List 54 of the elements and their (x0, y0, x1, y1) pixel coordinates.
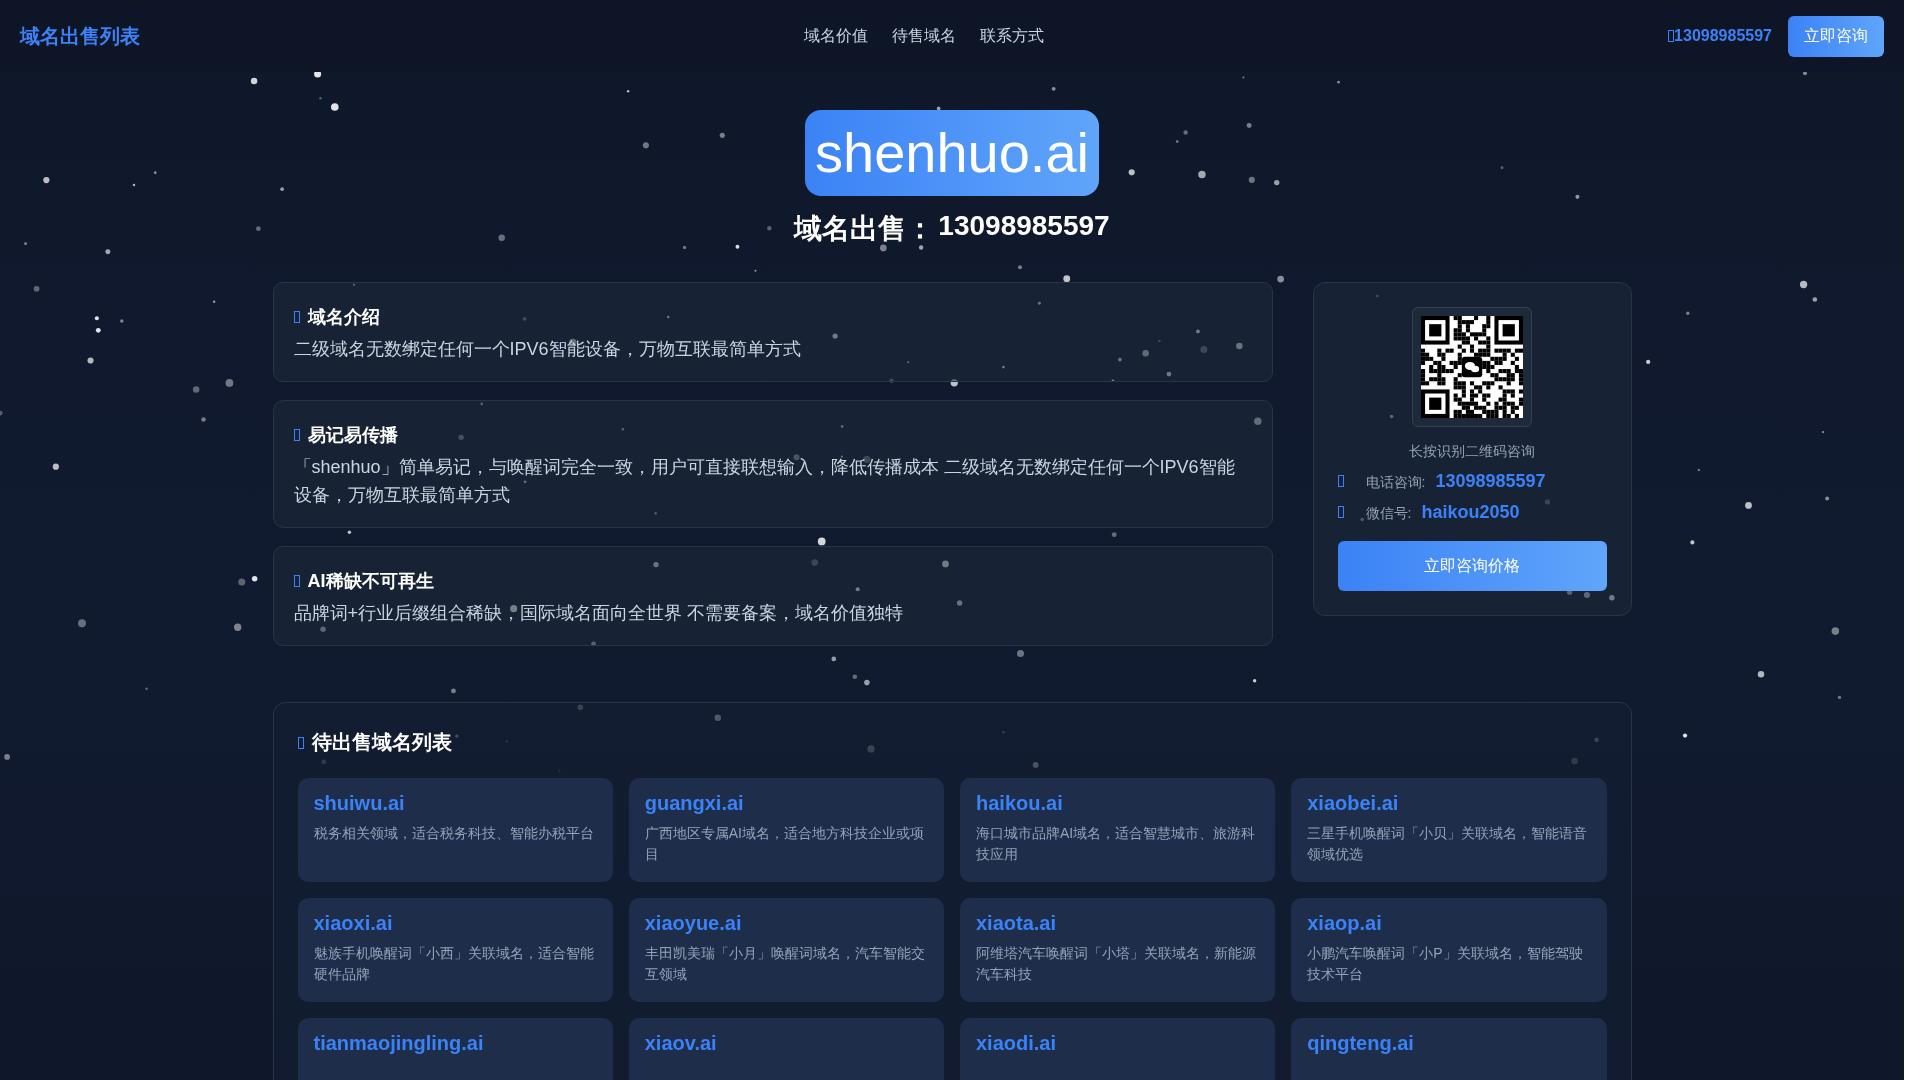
domain-description: 小鹏汽车唤醒词「小P」关联域名，智能驾驶技术平台 (1307, 944, 1584, 984)
domain-card[interactable]: xiaov.ai (628, 1018, 944, 1080)
domain-name: xiaop.ai (1307, 912, 1383, 935)
domain-name: xiaobei.ai (1307, 792, 1400, 815)
feature-title: 域名介绍 (307, 306, 380, 329)
domain-card[interactable]: qingteng.ai (1291, 1018, 1607, 1080)
domain-name: tianmaojingling.ai (313, 1032, 485, 1055)
feature-title: AI稀缺不可再生 (307, 570, 434, 593)
domain-description: 阿维塔汽车唤醒词「小塔」关联域名，新能源汽车科技 (976, 944, 1257, 984)
domain-badge: shenhuo.ai (805, 110, 1099, 196)
domain-card[interactable]: xiaoxi.ai 魅族手机唤醒词「小西」关联域名，适合智能硬件品牌 (297, 898, 613, 1002)
domain-description: 海口城市品牌AI域名，适合智慧城市、旅游科技应用 (976, 824, 1257, 864)
price-inquiry-button[interactable]: 立即咨询价格 (1337, 541, 1607, 591)
domain-name: qingteng.ai (1307, 1032, 1415, 1055)
domain-name: xiaoxi.ai (313, 912, 394, 935)
consult-button[interactable]: 立即咨询 (1788, 15, 1884, 57)
wechat-id: haikou2050 (1421, 502, 1520, 523)
domain-description: 广西地区专属AI域名，适合地方科技企业或项目 (644, 824, 925, 864)
header-phone[interactable]: 13098985597 (1674, 27, 1772, 45)
feature-title: 易记易传播 (307, 424, 398, 447)
domain-name: haikou.ai (976, 792, 1064, 815)
wechat-label: 微信号: (1365, 505, 1412, 523)
domain-card[interactable]: xiaobei.ai 三星手机唤醒词「小贝」关联域名，智能语音领域优选 (1291, 778, 1607, 882)
domain-card[interactable]: tianmaojingling.ai (297, 1018, 613, 1080)
domain-name: xiaoyue.ai (644, 912, 743, 935)
domain-name: shuiwu.ai (313, 792, 406, 815)
domain-card[interactable]: shuiwu.ai 税务相关领域，适合税务科技、智能办税平台 (297, 778, 613, 882)
domain-description: 三星手机唤醒词「小贝」关联域名，智能语音领域优选 (1307, 824, 1589, 864)
domain-card[interactable]: xiaoyue.ai 丰田凯美瑞「小月」唤醒词域名，汽车智能交互领域 (628, 898, 944, 1002)
nav-link[interactable]: 待售域名 (892, 25, 957, 47)
domain-description: 丰田凯美瑞「小月」唤醒词域名，汽车智能交互领域 (644, 944, 926, 984)
nav-link[interactable]: 域名价值 (804, 25, 869, 47)
domain-description: 税务相关领域，适合税务科技、智能办税平台 (313, 824, 595, 843)
domain-card[interactable]: xiaota.ai 阿维塔汽车唤醒词「小塔」关联域名，新能源汽车科技 (960, 898, 1276, 1002)
domain-card[interactable]: xiaop.ai 小鹏汽车唤醒词「小P」关联域名，智能驾驶技术平台 (1291, 898, 1607, 1002)
domain-name: xiaodi.ai (976, 1032, 1058, 1055)
feature-text: 二级域名无数绑定任何一个IPV6智能设备，万物互联最简单方式 (293, 338, 802, 361)
domain-name: xiaota.ai (976, 912, 1058, 935)
sale-label: 域名出售： (794, 212, 935, 246)
domain-name: xiaov.ai (644, 1032, 718, 1055)
feature-text: 「shenhuo」简单易记，与唤醒词完全一致，用户可直接联想输入，降低传播成本 二级域名无数绑定任何一个IPV6智能设备，万物互联最简单方式 (293, 456, 1236, 507)
domain-card[interactable]: xiaodi.ai (960, 1018, 1276, 1080)
phone-label: 电话咨询: (1365, 474, 1426, 492)
domain-card[interactable]: haikou.ai 海口城市品牌AI域名，适合智慧城市、旅游科技应用 (960, 778, 1276, 882)
contact-phone[interactable]: 13098985597 (1435, 471, 1546, 492)
domain-description: 魅族手机唤醒词「小西」关联域名，适合智能硬件品牌 (313, 944, 595, 984)
sale-phone: 13098985597 (938, 210, 1110, 243)
site-logo[interactable]: 域名出售列表 (20, 22, 140, 50)
list-title: 待出售域名列表 (311, 730, 452, 755)
nav-link[interactable]: 联系方式 (980, 25, 1045, 47)
qr-caption: 长按识别二维码咨询 (1409, 443, 1535, 461)
domain-card[interactable]: guangxi.ai 广西地区专属AI域名，适合地方科技企业或项目 (628, 778, 944, 882)
domain-name: guangxi.ai (644, 792, 745, 815)
feature-text: 品牌词+行业后缀组合稀缺，国际域名面向全世界 不需要备案，域名价值独特 (293, 602, 904, 625)
